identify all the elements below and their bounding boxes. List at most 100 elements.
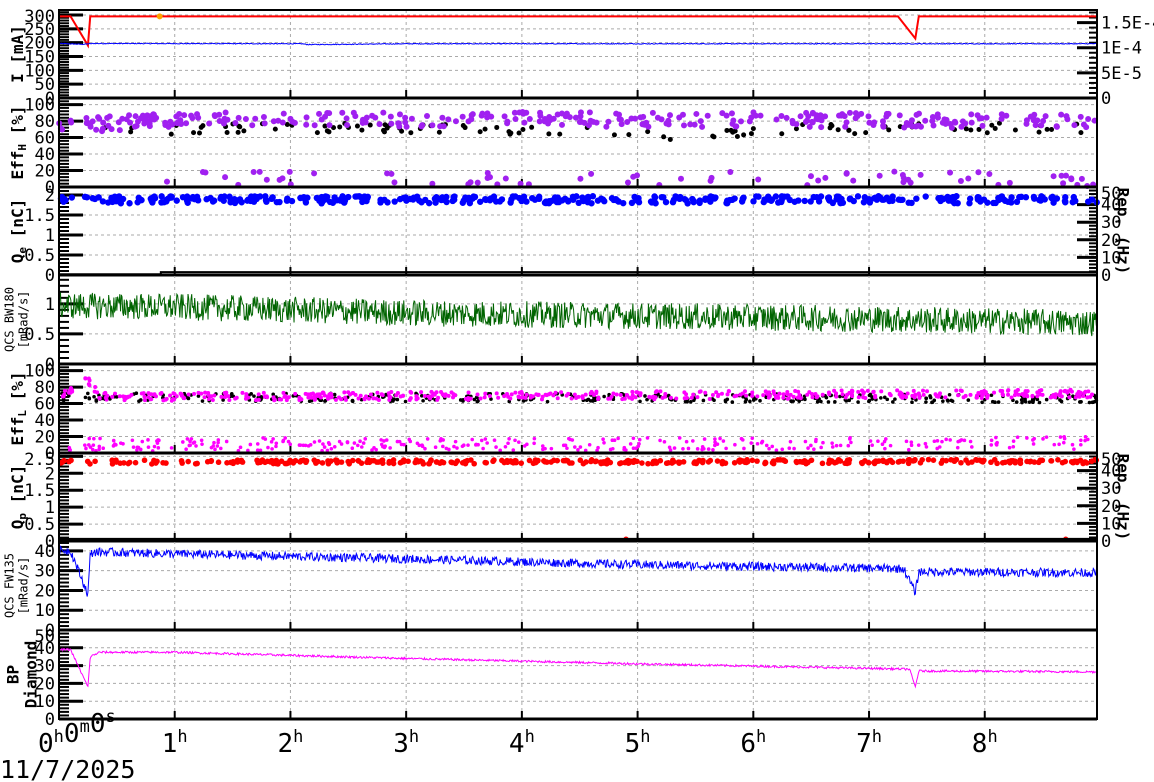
data-point [1039,388,1044,393]
data-point [865,388,870,393]
data-point [138,115,145,122]
data-point [230,393,234,398]
right-tick-label: 0 [1101,266,1111,286]
data-point [532,436,537,441]
data-point [566,114,573,121]
data-point [793,459,800,466]
data-point [441,444,445,449]
data-point [221,193,228,200]
data-point [192,460,199,467]
data-point [70,389,75,394]
data-point [702,437,707,441]
data-point [224,130,230,136]
data-point [267,459,274,465]
data-point [982,389,987,394]
data-point [200,399,205,403]
data-point [388,170,395,177]
data-point [867,399,871,404]
data-point [750,390,755,395]
data-point [483,391,488,396]
data-point [912,456,918,463]
data-point [789,117,796,124]
data-point [876,194,884,201]
data-point [628,442,633,446]
data-point [1061,440,1066,445]
data-point [91,443,96,447]
data-point [1035,390,1040,395]
data-point [957,178,964,185]
data-point [424,112,431,119]
data-point [637,114,644,121]
data-point [618,121,625,128]
data-point [1040,392,1045,397]
data-point [653,458,659,465]
data-point [297,459,303,465]
data-point [329,446,334,451]
data-point [723,112,730,119]
data-point [772,391,777,396]
data-point [310,391,315,396]
data-point [303,114,310,121]
data-point [863,130,869,136]
data-point [213,447,217,452]
data-point [677,436,682,440]
data-point [235,129,241,135]
data-point [555,396,560,401]
data-point [707,177,714,184]
data-point [895,459,902,465]
data-point [455,446,459,450]
data-point [322,445,327,449]
data-point [1052,442,1057,447]
data-point [705,459,712,465]
data-point [477,129,483,135]
data-point [443,193,450,201]
data-point [451,395,456,400]
x-tick-label: 5h [625,727,651,759]
data-point [324,109,331,116]
data-point [889,197,896,204]
data-point [402,194,409,201]
data-point [429,394,434,399]
data-point [905,199,912,206]
series-eff-l-magenta-low [67,434,1090,453]
data-point [519,391,524,396]
data-point [134,199,141,206]
data-point [891,400,895,404]
data-point [783,114,790,121]
data-point [667,112,674,119]
data-point [999,459,1006,466]
data-point [820,392,825,397]
data-point [917,393,922,398]
data-point [812,447,816,451]
data-point [115,119,122,126]
data-point [359,119,366,126]
data-point [824,395,829,400]
data-point [321,390,326,395]
data-point [729,196,736,204]
data-point [943,116,950,123]
data-point [1012,458,1018,464]
data-point [1023,117,1030,124]
data-point [821,440,825,445]
data-point [141,120,148,127]
data-point [1044,126,1050,132]
line-bp-diamond [58,647,1098,689]
data-point [724,446,728,451]
data-point [281,438,286,443]
data-point [984,130,990,136]
data-point [1013,198,1021,206]
data-point [1037,197,1044,204]
data-point [238,199,245,206]
data-point [216,440,220,445]
data-point [297,443,302,447]
data-point [924,396,928,401]
line-current-2 [58,42,1098,46]
data-point [379,442,384,447]
data-point [913,111,920,118]
data-point [665,121,672,128]
data-point [797,113,804,120]
y-tick-label: 1.5 [24,206,55,226]
data-point [941,399,945,403]
data-point [886,127,892,133]
data-point [512,116,519,123]
